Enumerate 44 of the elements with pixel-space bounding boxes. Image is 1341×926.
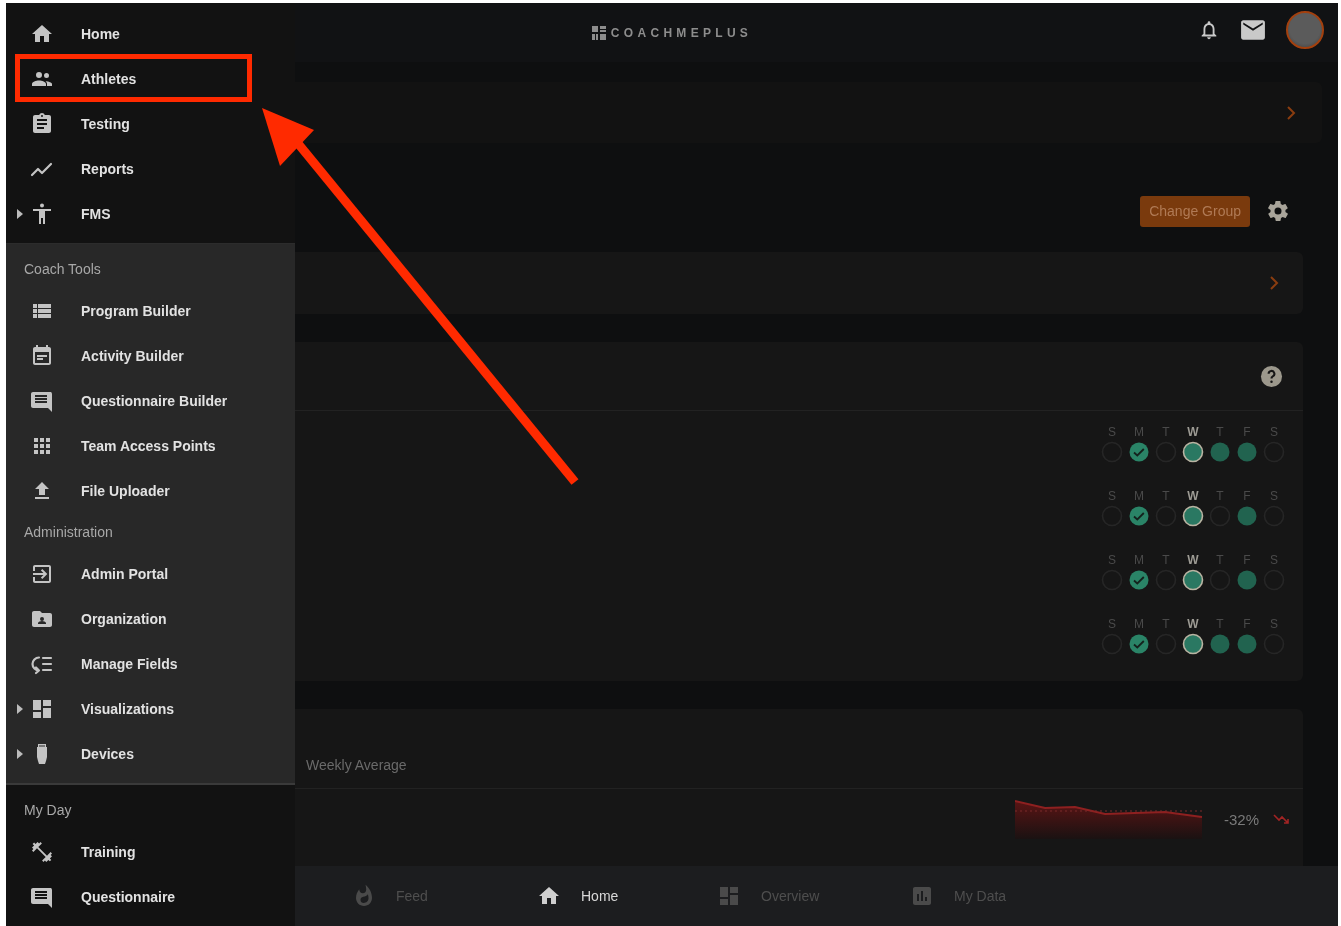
drawer-item[interactable]: Activity Builder [6,333,251,378]
drawer-item[interactable]: Testing [6,101,251,146]
drawer-item[interactable]: Questionnaire Builder [6,378,251,423]
drawer-item[interactable]: Questionnaire [6,874,251,919]
day-letter: W [1187,489,1199,503]
drawer-item[interactable]: Training [6,829,251,874]
dashboard-icon [717,884,741,908]
calendar-icon [30,343,54,368]
clipboard-icon [30,111,54,136]
drawer-item[interactable]: Organization [6,596,251,641]
drawer-item[interactable]: Devices [6,731,251,776]
dumbbell-icon [30,839,54,864]
drawer-item[interactable]: Admin Portal [6,551,251,596]
caret-icon [17,704,23,714]
logo-icon [591,25,606,40]
drawer-item[interactable]: Athletes [6,56,251,101]
drawer-item[interactable]: File Uploader [6,468,251,513]
drawer-item[interactable]: Program Builder [6,288,251,333]
card-subtitle: Weekly Average [306,757,407,773]
drawer-item[interactable]: Visualizations [6,686,251,731]
drawer-item[interactable]: Manage Fields [6,641,251,686]
chevron-right-icon[interactable] [1286,104,1296,121]
drawer-item[interactable]: Reports [6,146,251,191]
section-heading: My Day [23,801,73,820]
person-icon [30,201,54,226]
mail-icon[interactable] [1240,19,1266,41]
drawer-item[interactable]: Team Access Points [6,423,251,468]
section-heading: Coach Tools [23,260,102,279]
section-heading: Administration [23,523,114,542]
day-letter: W [1187,617,1199,631]
drawer-item[interactable]: FMS [6,191,251,236]
bottom-nav-tab[interactable]: Home [537,876,619,916]
caret-icon [17,749,23,759]
help-icon[interactable] [1260,364,1283,388]
day-letter: W [1187,553,1199,567]
user-avatar[interactable] [1286,11,1324,49]
trend-down-icon [1273,813,1289,825]
app-logo-text: COACHMEPLUS [610,25,753,40]
caret-icon [17,209,23,219]
settings-icon[interactable] [1266,199,1290,223]
day-letter: W [1187,425,1199,439]
bar-chart-icon [910,884,934,908]
drawer-item[interactable]: Home [6,11,251,56]
change-percent: -32% [1223,810,1259,828]
